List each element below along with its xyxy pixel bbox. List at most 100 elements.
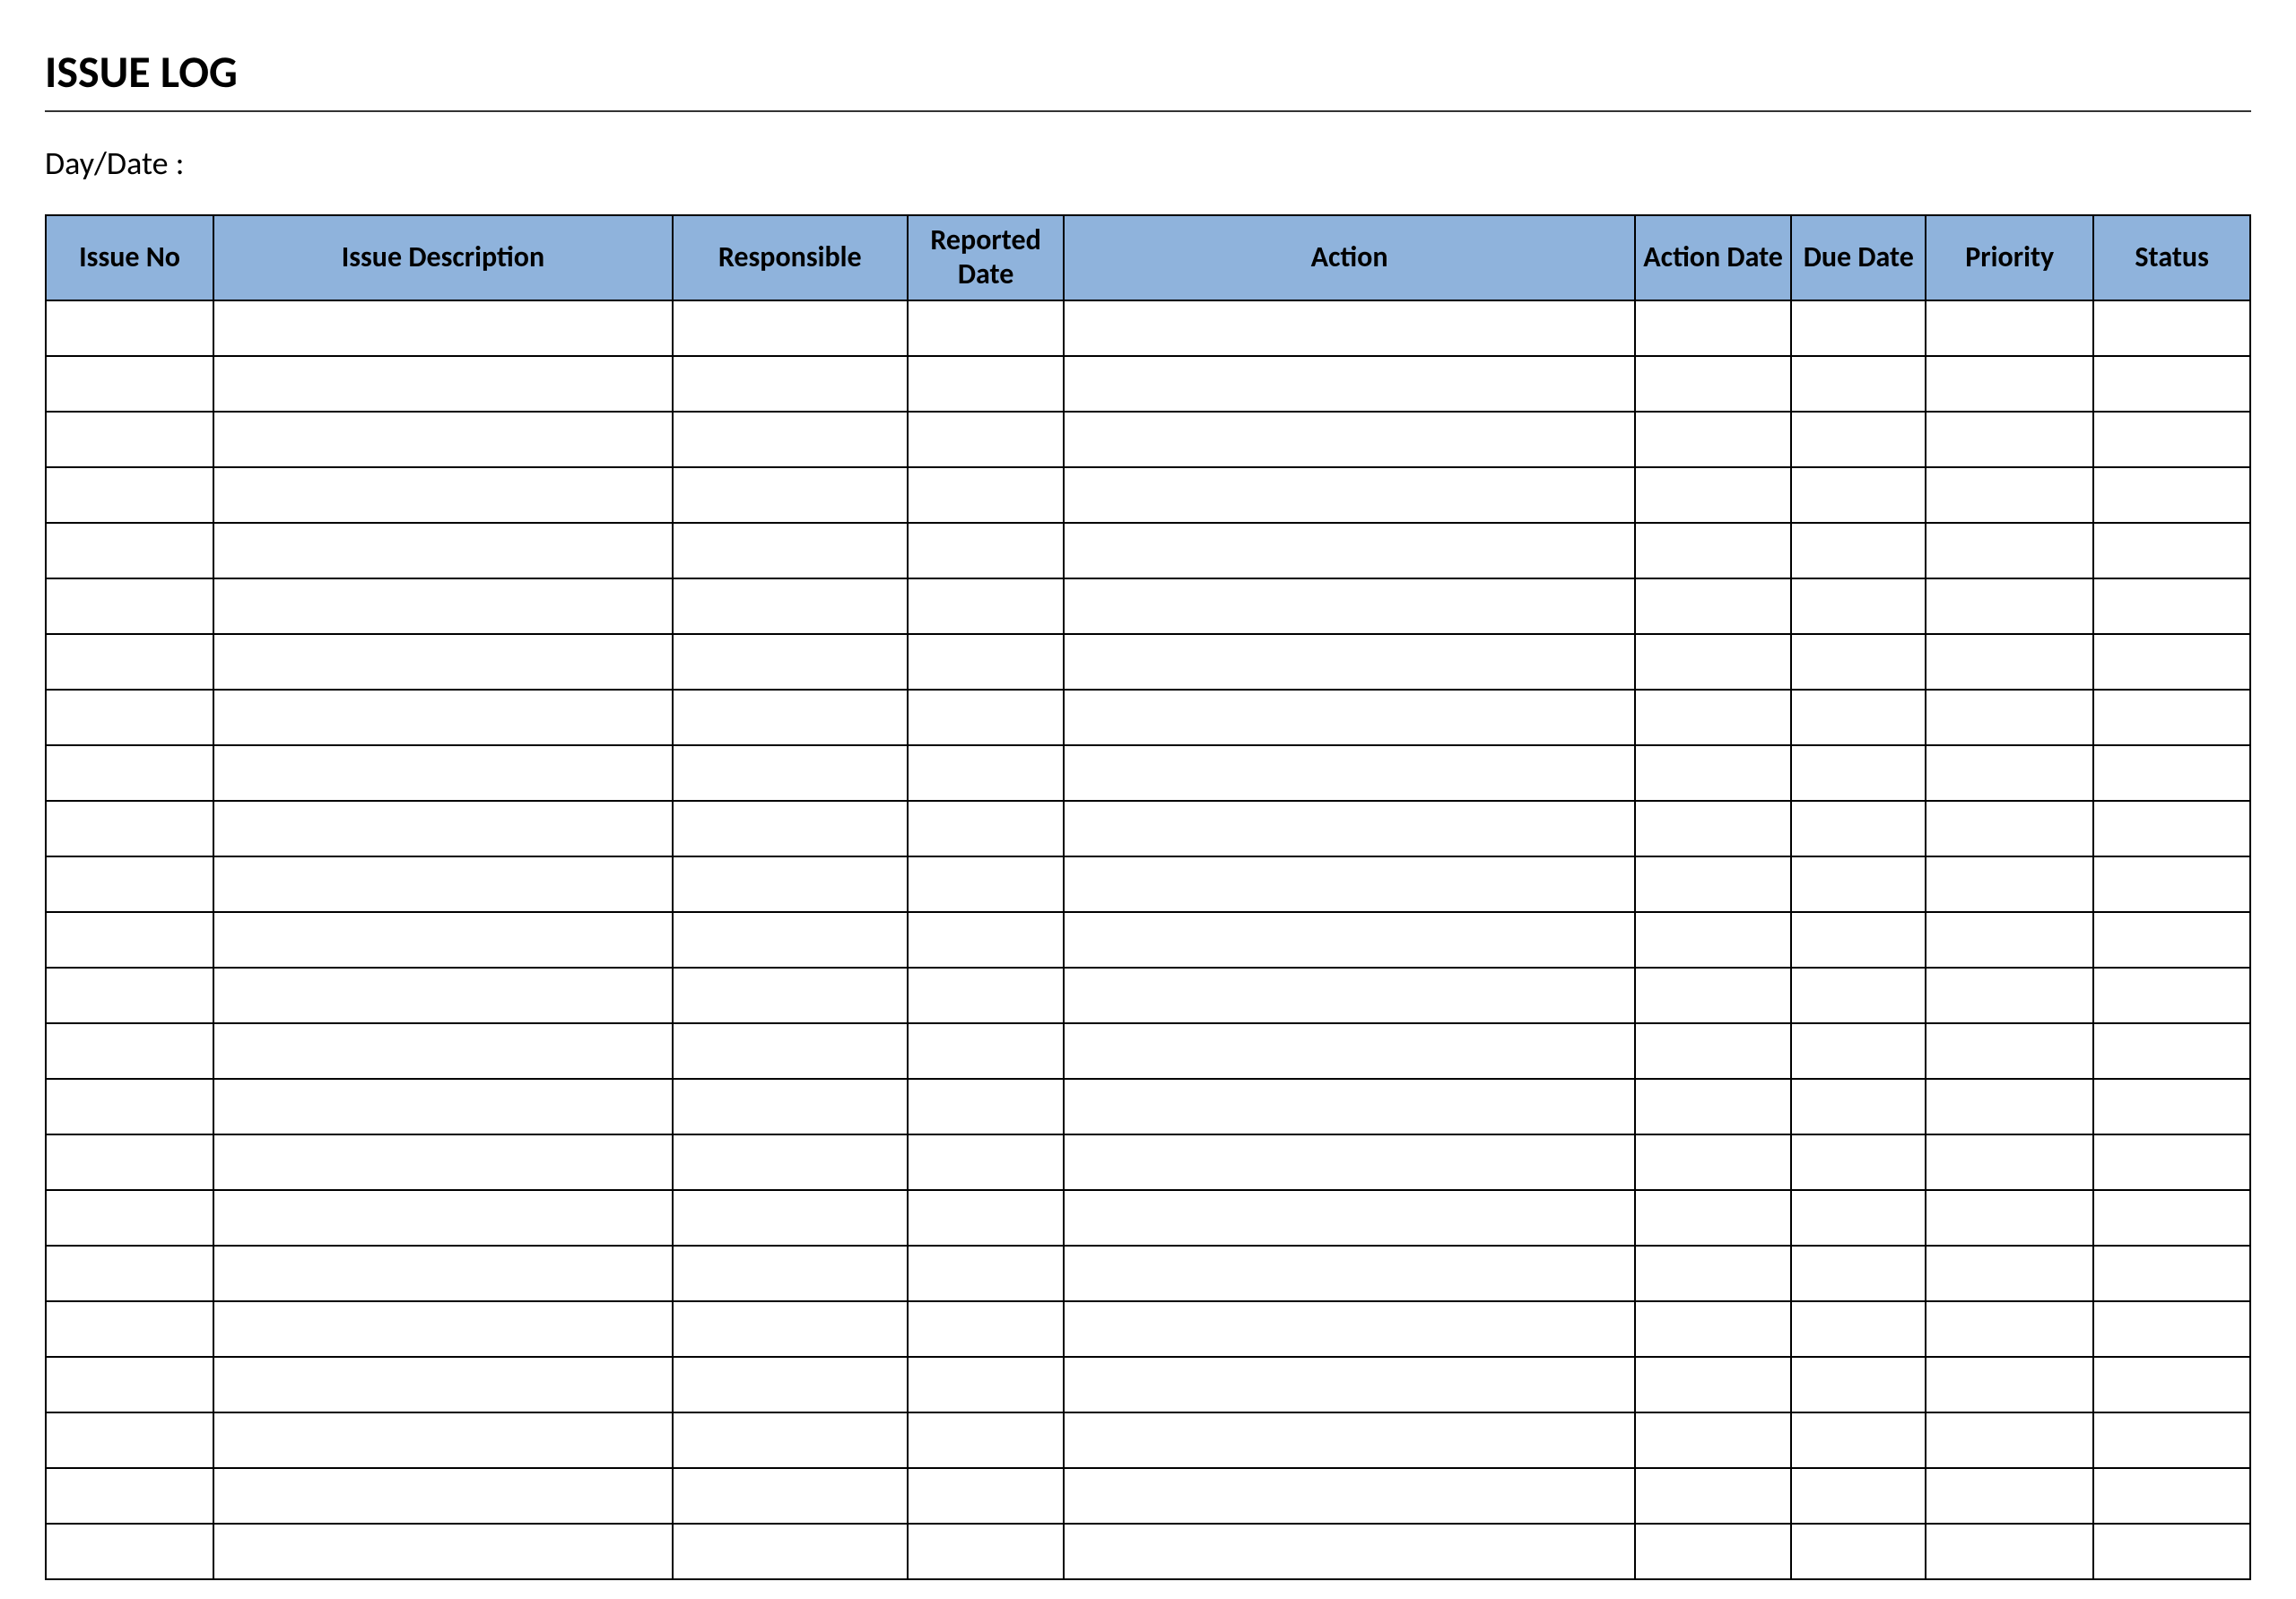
table-cell[interactable] <box>2093 1023 2250 1079</box>
table-cell[interactable] <box>1064 1246 1634 1301</box>
table-cell[interactable] <box>673 1079 908 1134</box>
table-cell[interactable] <box>1791 1301 1926 1357</box>
table-cell[interactable] <box>213 356 673 412</box>
table-cell[interactable] <box>46 467 213 523</box>
table-cell[interactable] <box>213 1524 673 1579</box>
table-cell[interactable] <box>1926 745 2093 801</box>
table-cell[interactable] <box>1926 1412 2093 1468</box>
table-cell[interactable] <box>2093 523 2250 578</box>
table-cell[interactable] <box>213 634 673 690</box>
table-cell[interactable] <box>1926 1134 2093 1190</box>
table-cell[interactable] <box>1064 1468 1634 1524</box>
table-cell[interactable] <box>1791 745 1926 801</box>
table-cell[interactable] <box>673 912 908 968</box>
table-cell[interactable] <box>1926 412 2093 467</box>
table-cell[interactable] <box>908 578 1065 634</box>
table-cell[interactable] <box>1635 745 1792 801</box>
table-cell[interactable] <box>673 1357 908 1412</box>
table-cell[interactable] <box>1635 1357 1792 1412</box>
table-cell[interactable] <box>1064 690 1634 745</box>
table-cell[interactable] <box>1064 801 1634 856</box>
table-cell[interactable] <box>213 1190 673 1246</box>
table-cell[interactable] <box>2093 578 2250 634</box>
table-cell[interactable] <box>1791 912 1926 968</box>
table-cell[interactable] <box>673 745 908 801</box>
table-cell[interactable] <box>213 412 673 467</box>
table-cell[interactable] <box>1791 467 1926 523</box>
table-cell[interactable] <box>673 356 908 412</box>
table-cell[interactable] <box>673 968 908 1023</box>
table-cell[interactable] <box>908 634 1065 690</box>
table-cell[interactable] <box>673 1468 908 1524</box>
table-cell[interactable] <box>213 1134 673 1190</box>
table-cell[interactable] <box>1926 1246 2093 1301</box>
table-cell[interactable] <box>213 1468 673 1524</box>
table-cell[interactable] <box>1635 801 1792 856</box>
table-cell[interactable] <box>1635 1468 1792 1524</box>
table-cell[interactable] <box>213 1246 673 1301</box>
table-cell[interactable] <box>908 467 1065 523</box>
table-cell[interactable] <box>673 1134 908 1190</box>
table-cell[interactable] <box>673 1524 908 1579</box>
table-cell[interactable] <box>1926 356 2093 412</box>
table-cell[interactable] <box>213 912 673 968</box>
table-cell[interactable] <box>2093 1412 2250 1468</box>
table-cell[interactable] <box>1635 300 1792 356</box>
table-cell[interactable] <box>213 690 673 745</box>
table-cell[interactable] <box>46 412 213 467</box>
table-cell[interactable] <box>1926 300 2093 356</box>
table-cell[interactable] <box>46 745 213 801</box>
table-cell[interactable] <box>908 412 1065 467</box>
table-cell[interactable] <box>213 300 673 356</box>
table-cell[interactable] <box>1635 912 1792 968</box>
table-cell[interactable] <box>908 745 1065 801</box>
table-cell[interactable] <box>1926 1023 2093 1079</box>
table-cell[interactable] <box>673 1412 908 1468</box>
table-cell[interactable] <box>2093 1301 2250 1357</box>
table-cell[interactable] <box>1926 690 2093 745</box>
table-cell[interactable] <box>908 856 1065 912</box>
table-cell[interactable] <box>46 1023 213 1079</box>
table-cell[interactable] <box>1791 356 1926 412</box>
table-cell[interactable] <box>2093 634 2250 690</box>
table-cell[interactable] <box>1635 1134 1792 1190</box>
table-cell[interactable] <box>1926 856 2093 912</box>
table-cell[interactable] <box>1064 412 1634 467</box>
table-cell[interactable] <box>1791 1023 1926 1079</box>
table-cell[interactable] <box>213 467 673 523</box>
table-cell[interactable] <box>2093 1079 2250 1134</box>
table-cell[interactable] <box>1064 1524 1634 1579</box>
table-cell[interactable] <box>908 1301 1065 1357</box>
table-cell[interactable] <box>1064 467 1634 523</box>
table-cell[interactable] <box>46 300 213 356</box>
table-cell[interactable] <box>1926 1468 2093 1524</box>
table-cell[interactable] <box>1926 523 2093 578</box>
table-cell[interactable] <box>908 1524 1065 1579</box>
table-cell[interactable] <box>46 912 213 968</box>
table-cell[interactable] <box>1791 578 1926 634</box>
table-cell[interactable] <box>1791 1468 1926 1524</box>
table-cell[interactable] <box>1064 1357 1634 1412</box>
table-cell[interactable] <box>673 856 908 912</box>
table-cell[interactable] <box>1791 523 1926 578</box>
table-cell[interactable] <box>46 856 213 912</box>
table-cell[interactable] <box>2093 745 2250 801</box>
table-cell[interactable] <box>1635 412 1792 467</box>
table-cell[interactable] <box>1791 634 1926 690</box>
table-cell[interactable] <box>1926 1301 2093 1357</box>
table-cell[interactable] <box>2093 412 2250 467</box>
table-cell[interactable] <box>46 578 213 634</box>
table-cell[interactable] <box>1064 1412 1634 1468</box>
table-cell[interactable] <box>46 1357 213 1412</box>
table-cell[interactable] <box>46 523 213 578</box>
table-cell[interactable] <box>213 1357 673 1412</box>
table-cell[interactable] <box>1064 1301 1634 1357</box>
table-cell[interactable] <box>908 801 1065 856</box>
table-cell[interactable] <box>1064 1134 1634 1190</box>
table-cell[interactable] <box>2093 356 2250 412</box>
table-cell[interactable] <box>673 1246 908 1301</box>
table-cell[interactable] <box>213 578 673 634</box>
table-cell[interactable] <box>2093 856 2250 912</box>
table-cell[interactable] <box>1635 1246 1792 1301</box>
table-cell[interactable] <box>908 300 1065 356</box>
